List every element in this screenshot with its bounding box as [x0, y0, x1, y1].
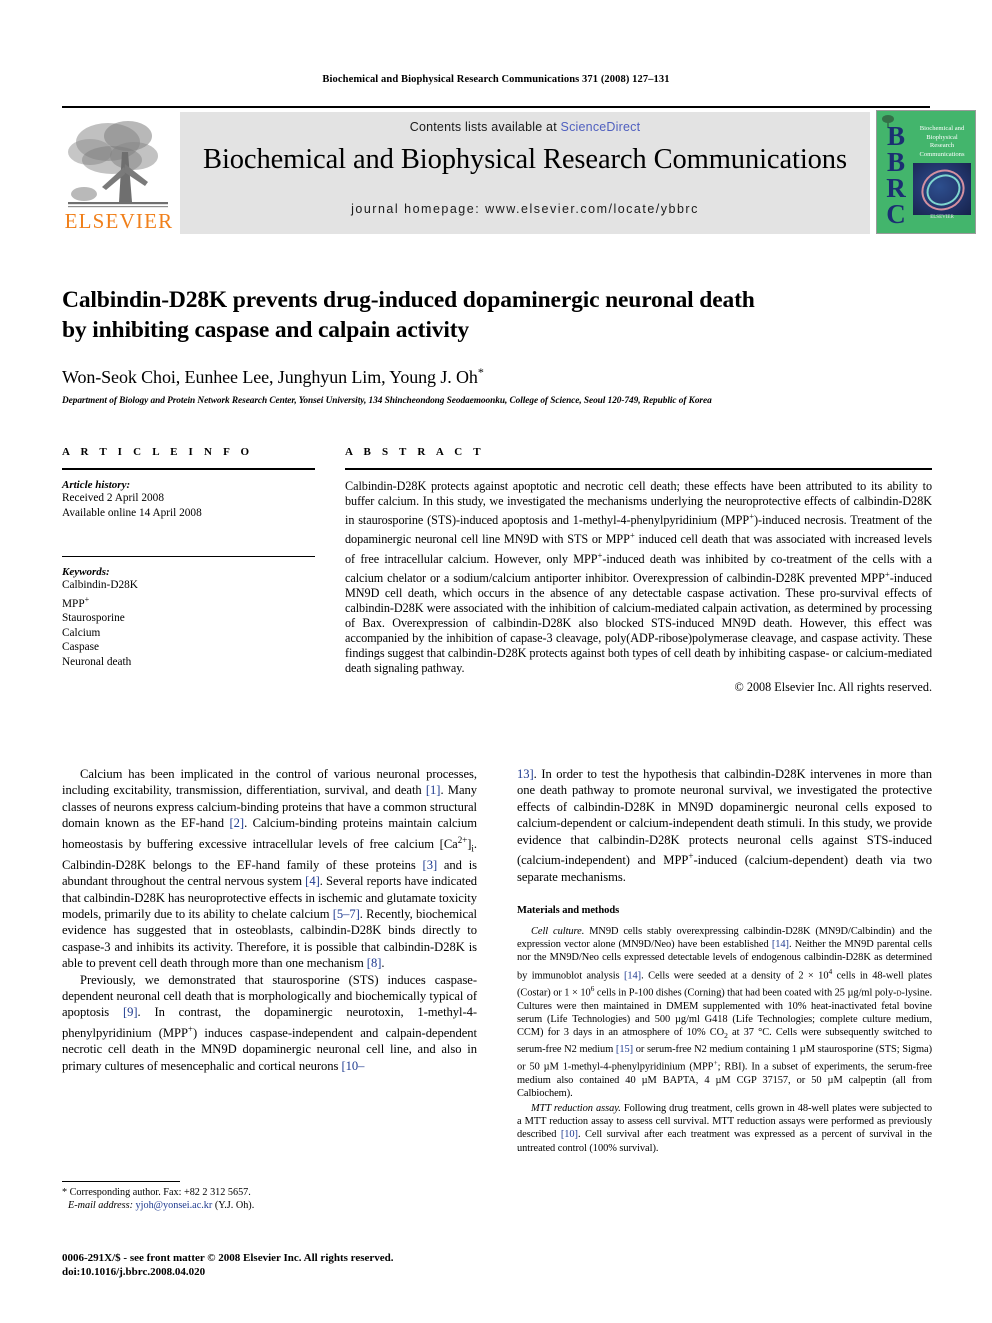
elsevier-tree-icon [68, 121, 168, 208]
journal-cover-thumbnail: BBRC Biochemical and Biophysical Researc… [876, 110, 976, 234]
body-paragraph-intro-2: Previously, we demonstrated that stauros… [62, 972, 477, 1073]
sciencedirect-link[interactable]: ScienceDirect [561, 120, 641, 134]
keyword-item: Calcium [62, 626, 101, 639]
footnote-corresponding-line: * Corresponding author. Fax: +82 2 312 5… [62, 1187, 251, 1198]
cover-name-line-1: Biochemical and [919, 125, 965, 132]
corresponding-author-footnote: * Corresponding author. Fax: +82 2 312 5… [62, 1181, 477, 1212]
masthead-band: Contents lists available at ScienceDirec… [180, 112, 870, 234]
materials-methods-heading: Materials and methods [517, 905, 620, 917]
methods-lead-cell-culture: Cell culture. [531, 926, 585, 938]
body-paragraph-intro-2-cont: 13]. In order to test the hypothesis tha… [517, 767, 933, 884]
methods-lead-mtt: MTT reduction assay. [531, 1102, 621, 1114]
paper-title-line-1: Calbindin-D28K prevents drug-induced dop… [62, 287, 755, 313]
doi-line: doi:10.1016/j.bbrc.2008.04.020 [62, 1266, 206, 1278]
journal-homepage-link[interactable]: journal homepage: www.elsevier.com/locat… [180, 202, 870, 216]
journal-article-page: Biochemical and Biophysical Research Com… [0, 0, 992, 1323]
citation-ref[interactable]: [10– [341, 1059, 364, 1073]
paper-title-line-2: by inhibiting caspase and calpain activi… [62, 317, 469, 343]
citation-ref[interactable]: [14] [772, 939, 789, 950]
citation-ref[interactable]: [3] [423, 858, 438, 872]
article-info-column: A R T I C L E I N F O Article history: R… [62, 446, 315, 669]
page-title: Calbindin-D28K prevents drug-induced dop… [62, 285, 932, 345]
keywords-list: Calbindin-D28K MPP+ Staurosporine Calciu… [62, 578, 315, 669]
contents-available-line: Contents lists available at ScienceDirec… [180, 120, 870, 134]
citation-ref[interactable]: [5–7] [333, 907, 360, 921]
title-block: Calbindin-D28K prevents drug-induced dop… [62, 285, 932, 407]
affiliation: Department of Biology and Protein Networ… [62, 396, 712, 406]
keyword-superscript-plus: + [84, 594, 90, 604]
footnote-rule [62, 1181, 180, 1182]
running-head: Biochemical and Biophysical Research Com… [322, 74, 670, 85]
abstract-heading: A B S T R A C T [345, 446, 485, 458]
cover-journal-name: Biochemical and Biophysical Research Com… [911, 125, 973, 159]
elsevier-wordmark: ELSEVIER [64, 209, 174, 233]
article-info-rule [62, 468, 315, 470]
citation-ref[interactable]: [9] [123, 1005, 138, 1019]
citation-ref[interactable]: 13] [517, 767, 534, 781]
cover-publisher-wordmark: ELSEVIER [930, 215, 954, 220]
article-online-date: Available online 14 April 2008 [62, 506, 202, 519]
authors-text: Won-Seok Choi, Eunhee Lee, Junghyun Lim,… [62, 367, 478, 387]
article-info-heading: A R T I C L E I N F O [62, 446, 254, 458]
citation-ref[interactable]: [2] [230, 816, 245, 830]
keyword-item: Staurosporine [62, 611, 125, 624]
citation-ref[interactable]: [14] [624, 970, 641, 981]
body-column-left: Calcium has been implicated in the contr… [62, 766, 477, 1074]
citation-ref[interactable]: [8] [367, 956, 382, 970]
methods-cell-culture: Cell culture. MN9D cells stably overexpr… [517, 926, 933, 1099]
corresponding-author-marker: * [477, 365, 484, 379]
author-list: Won-Seok Choi, Eunhee Lee, Junghyun Lim,… [62, 361, 932, 388]
methods-mtt-assay: MTT reduction assay. Following drug trea… [517, 1102, 932, 1154]
article-received-date: Received 2 April 2008 [62, 492, 164, 504]
elsevier-logo: ELSEVIER [62, 112, 174, 234]
journal-masthead: ELSEVIER Contents lists available at Sci… [62, 106, 976, 234]
cover-name-line-3: Research [929, 142, 955, 149]
citation-ref[interactable]: [1] [426, 783, 441, 797]
materials-and-methods-section: Materials and methods Cell culture. MN9D… [517, 905, 932, 1155]
abstract-copyright: © 2008 Elsevier Inc. All rights reserved… [734, 680, 932, 695]
keywords-rule [62, 556, 315, 557]
cover-artwork [913, 163, 971, 215]
citation-ref[interactable]: [4] [305, 874, 320, 888]
article-history-label: Article history: [62, 479, 131, 491]
citation-ref[interactable]: [15] [616, 1044, 633, 1055]
footnote-email-line: E-mail address: yjoh@yonsei.ac.kr (Y.J. … [62, 1199, 477, 1212]
keyword-item: Neuronal death [62, 655, 132, 668]
keywords-label: Keywords: [62, 566, 110, 578]
cover-bbrc-letters: BBRC [886, 121, 906, 229]
issn-line: 0006-291X/$ - see front matter © 2008 El… [62, 1252, 394, 1264]
cover-name-line-2: Biophysical [926, 133, 958, 141]
citation-ref[interactable]: [10] [561, 1129, 578, 1140]
footnote-corresponding-text: Corresponding author. Fax: +82 2 312 565… [69, 1187, 251, 1198]
email-address-link[interactable]: yjoh@yonsei.ac.kr [136, 1200, 213, 1211]
abstract-rule [345, 468, 932, 470]
issn-copyright-block: 0006-291X/$ - see front matter © 2008 El… [62, 1251, 562, 1279]
email-owner: (Y.J. Oh). [214, 1200, 255, 1211]
body-column-right: 13]. In order to test the hypothesis tha… [517, 766, 932, 1155]
cover-name-line-4: Communications [919, 150, 965, 158]
journal-title: Biochemical and Biophysical Research Com… [203, 144, 847, 175]
abstract-column: A B S T R A C T Calbindin-D28K protects … [345, 446, 932, 695]
keyword-item: Caspase [62, 641, 100, 654]
abstract-text: Calbindin-D28K protects against apoptoti… [345, 479, 932, 676]
keyword-item: Calbindin-D28K [62, 579, 138, 591]
body-columns: Calcium has been implicated in the contr… [62, 766, 932, 1246]
keyword-item: MPP+ [62, 594, 90, 610]
masthead-top-rule [62, 106, 930, 108]
body-paragraph-intro-1: Calcium has been implicated in the contr… [62, 767, 477, 971]
contents-prefix-text: Contents lists available at [409, 120, 561, 134]
email-address-label: E-mail address: [68, 1200, 133, 1211]
